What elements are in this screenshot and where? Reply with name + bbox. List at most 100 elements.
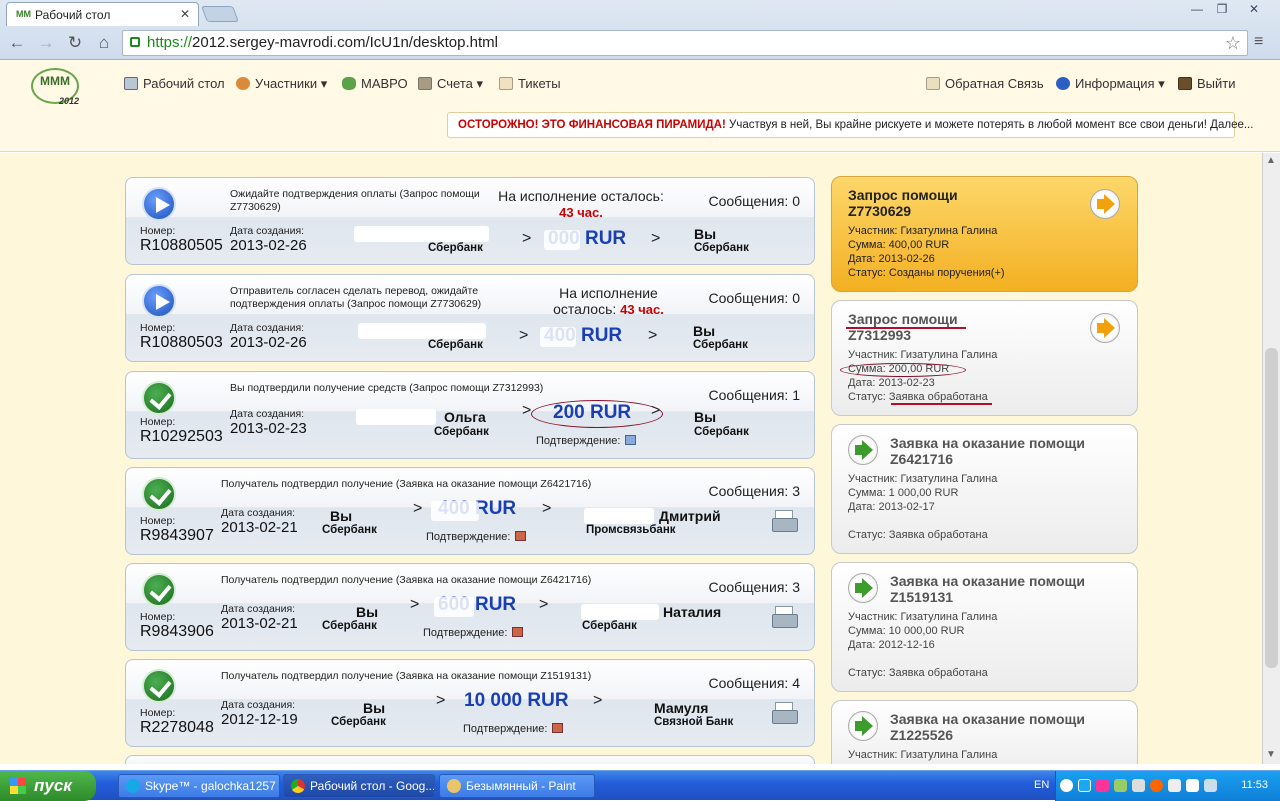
- tray-app-icon[interactable]: [1150, 779, 1163, 792]
- printer-icon[interactable]: [772, 606, 798, 628]
- menu-item-accounts[interactable]: Счета ▾: [418, 76, 483, 92]
- attachment-icon[interactable]: [552, 723, 564, 733]
- menu-item-logout[interactable]: Выйти: [1178, 76, 1236, 91]
- menu-item-participants[interactable]: Участники ▾: [236, 76, 327, 92]
- menu-item-feedback[interactable]: Обратная Связь: [926, 76, 1044, 91]
- transaction-card[interactable]: Вы подтвердили получение средств (Запрос…: [125, 371, 815, 459]
- help-offer-card[interactable]: Заявка на оказание помощи Z6421716 Участн…: [831, 424, 1138, 554]
- arrow-right-icon: >: [593, 692, 603, 709]
- help-offer-card[interactable]: Заявка на оказание помощи Z1225526 Участн…: [831, 700, 1138, 764]
- transaction-card[interactable]: [125, 755, 815, 764]
- transaction-card[interactable]: Получатель подтвердил получение (Заявка …: [125, 563, 815, 651]
- image-attachment-icon[interactable]: [625, 435, 637, 445]
- side-code: Z7312993: [848, 327, 912, 343]
- confirmation[interactable]: Подтверждение:: [463, 723, 564, 735]
- menu-item-info[interactable]: Информация ▾: [1056, 76, 1165, 92]
- remain-value: 43 час.: [620, 302, 664, 317]
- messages-link[interactable]: Сообщения: 3: [708, 483, 800, 499]
- arrow-right-orange-icon[interactable]: [1090, 189, 1120, 219]
- order-number[interactable]: R10880505: [140, 237, 223, 255]
- skype-tray-icon[interactable]: [1078, 779, 1091, 792]
- arrow-right-green-icon[interactable]: [848, 711, 878, 741]
- back-arrow-icon[interactable]: ←: [5, 33, 29, 53]
- help-request-card[interactable]: Запрос помощи Z7312993 Участник: Гизатули…: [831, 300, 1138, 416]
- arrow-right-green-icon[interactable]: [848, 573, 878, 603]
- network-icon[interactable]: [1132, 779, 1145, 792]
- language-indicator[interactable]: EN: [1034, 779, 1049, 791]
- printer-icon[interactable]: [772, 510, 798, 532]
- printer-icon[interactable]: [772, 702, 798, 724]
- side-code: Z6421716: [890, 451, 954, 467]
- pyramid-warning-banner[interactable]: ОСТОРОЖНО! ЭТО ФИНАНСОВАЯ ПИРАМИДА! Учас…: [447, 112, 1253, 138]
- help-request-card[interactable]: Запрос помощи Z7730629 Участник: Гизатули…: [831, 176, 1138, 292]
- transaction-card[interactable]: Ожидайте подтверждения оплаты (Запрос по…: [125, 177, 815, 265]
- attachment-icon[interactable]: [515, 531, 527, 541]
- wrench-menu-icon[interactable]: ≡: [1254, 33, 1263, 51]
- paint-icon: [447, 779, 461, 793]
- messages-link[interactable]: Сообщения: 4: [708, 675, 800, 691]
- side-date: Дата: 2013-02-17: [848, 501, 935, 513]
- forward-arrow-icon[interactable]: →: [34, 33, 58, 53]
- taskbar-item-chrome[interactable]: Рабочий стол - Goog...: [283, 774, 435, 798]
- messages-link[interactable]: Сообщения: 0: [708, 193, 800, 209]
- order-number[interactable]: R9843907: [140, 527, 214, 545]
- address-bar[interactable]: https://2012.sergey-mavrodi.com/IcU1n/de…: [122, 30, 1248, 56]
- messages-link[interactable]: Сообщения: 3: [708, 579, 800, 595]
- sender-bank: Сбербанк: [331, 716, 386, 728]
- receiver-bank: Сбербанк: [582, 620, 637, 632]
- order-number[interactable]: R9843906: [140, 623, 214, 641]
- checkmark-status-icon: [142, 573, 176, 607]
- creation-date: 2013-02-21: [221, 519, 298, 536]
- windows-taskbar: пуск Skype™ - galochka1257 Рабочий стол …: [0, 770, 1280, 801]
- redacted-name: [584, 508, 654, 524]
- messages-link[interactable]: Сообщения: 1: [708, 387, 800, 403]
- transaction-card[interactable]: Отправитель согласен сделать перевод, ож…: [125, 274, 815, 362]
- start-button[interactable]: пуск: [0, 771, 96, 801]
- home-icon[interactable]: ⌂: [92, 33, 116, 53]
- confirmation[interactable]: Подтверждение:: [426, 531, 527, 543]
- browser-tab[interactable]: MM Рабочий стол ✕: [6, 2, 199, 26]
- menu-item-mavro[interactable]: МАВРО: [342, 76, 408, 91]
- close-tab-icon[interactable]: ✕: [180, 7, 190, 21]
- attachment-icon[interactable]: [512, 627, 524, 637]
- remain-value: 43 час.: [559, 205, 603, 220]
- order-number[interactable]: R10880503: [140, 334, 223, 352]
- site-logo[interactable]: MMM 2012: [31, 68, 79, 106]
- taskbar-item-paint[interactable]: Безымянный - Paint: [439, 774, 595, 798]
- order-number[interactable]: R10292503: [140, 428, 223, 446]
- confirmation[interactable]: Подтверждение:: [536, 435, 637, 447]
- sender-bank: Сбербанк: [434, 426, 489, 438]
- scroll-up-icon[interactable]: ▲: [1266, 155, 1276, 166]
- restore-icon[interactable]: ❐: [1210, 0, 1234, 18]
- confirmation[interactable]: Подтверждение:: [423, 627, 524, 639]
- security-icon[interactable]: [1204, 779, 1217, 792]
- menu-item-tickets[interactable]: Тикеты: [499, 76, 561, 91]
- arrow-right-orange-icon[interactable]: [1090, 313, 1120, 343]
- tray-app-icon[interactable]: [1114, 779, 1127, 792]
- window-close-icon[interactable]: ✕: [1242, 0, 1266, 18]
- side-participant: Участник: Гизатулина Галина: [848, 611, 998, 623]
- page-scrollbar[interactable]: ▲ ▼: [1262, 153, 1280, 764]
- tray-arrow-icon[interactable]: [1060, 779, 1073, 792]
- scrollbar-thumb[interactable]: [1265, 348, 1278, 668]
- taskbar-item-skype[interactable]: Skype™ - galochka1257: [118, 774, 280, 798]
- new-tab-button[interactable]: [201, 6, 239, 22]
- tray-app-icon[interactable]: [1096, 779, 1109, 792]
- number-label: Номер:: [140, 515, 176, 527]
- arrow-right-green-icon[interactable]: [848, 435, 878, 465]
- mail-icon[interactable]: [1186, 779, 1199, 792]
- redacted-name: [581, 604, 659, 620]
- messages-link[interactable]: Сообщения: 0: [708, 290, 800, 306]
- volume-icon[interactable]: [1168, 779, 1181, 792]
- minimize-icon[interactable]: —: [1185, 0, 1209, 18]
- transaction-card[interactable]: Получатель подтвердил получение (Заявка …: [125, 659, 815, 747]
- menu-item-desktop[interactable]: Рабочий стол: [124, 76, 225, 91]
- help-offer-card[interactable]: Заявка на оказание помощи Z1519131 Участн…: [831, 562, 1138, 692]
- order-number[interactable]: R2278048: [140, 719, 214, 737]
- scroll-down-icon[interactable]: ▼: [1266, 749, 1276, 760]
- reload-icon[interactable]: ↻: [63, 33, 87, 53]
- transaction-card[interactable]: Получатель подтвердил получение (Заявка …: [125, 467, 815, 555]
- receiver-name: Наталия: [663, 604, 722, 620]
- taskbar-item-label: Skype™ - galochka1257: [145, 779, 276, 793]
- bookmark-star-icon[interactable]: ☆: [1225, 31, 1241, 55]
